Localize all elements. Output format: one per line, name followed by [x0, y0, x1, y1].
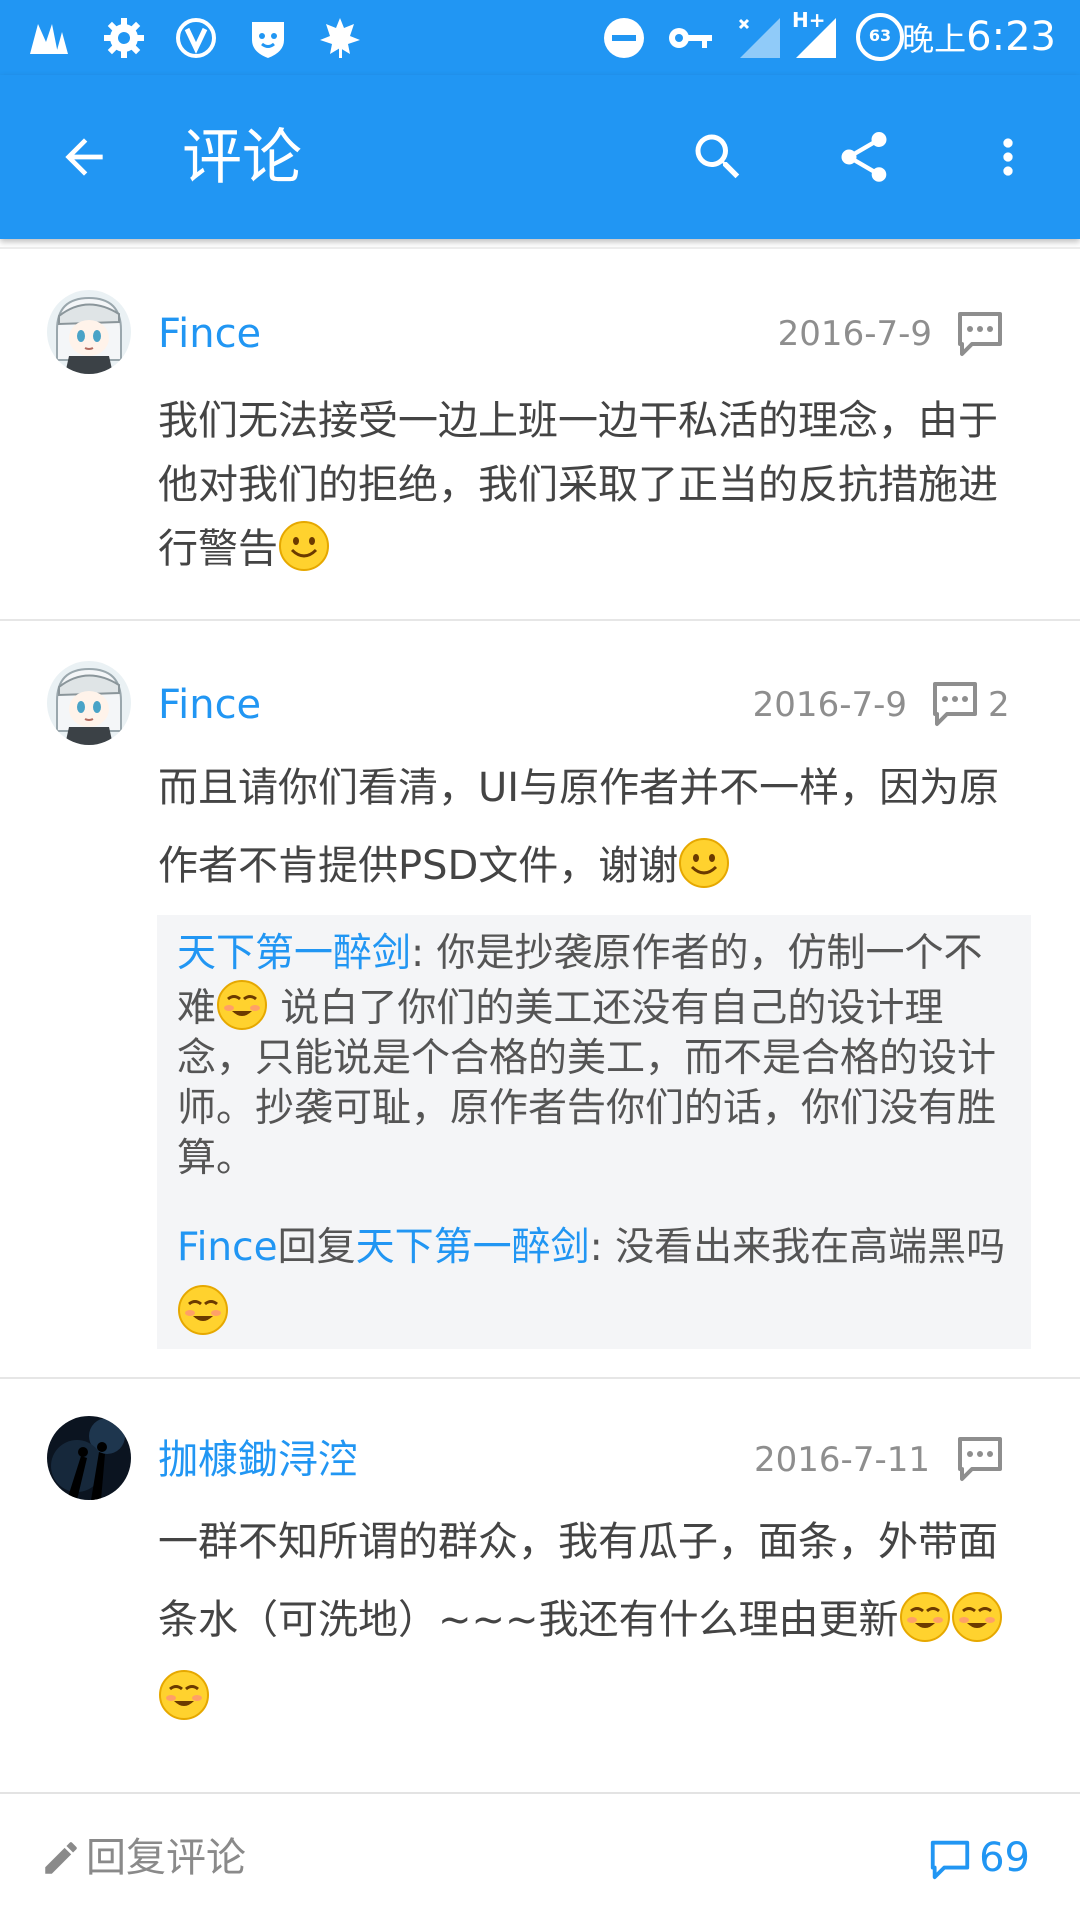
- reply-comment-icon[interactable]: [954, 308, 1006, 360]
- shield-notification-icon: [252, 22, 284, 58]
- happy-emoji-icon: [899, 1591, 951, 1643]
- key-icon: [669, 28, 712, 48]
- comment-text: 而且请你们看清，UI与原作者并不一样，因为原作者不肯提供PSD文件，谢谢: [158, 765, 1000, 889]
- more-options-button[interactable]: [968, 117, 1048, 197]
- happy-emoji-icon: [951, 1591, 1003, 1643]
- signal-sim1-icon: [738, 18, 780, 58]
- status-bar: H+ 63 晚上6:23: [0, 0, 1080, 75]
- comment-count-icon: [930, 1840, 970, 1880]
- app-bar: 评论: [0, 75, 1080, 239]
- comment-item[interactable]: Fince 2016-7-9 我们无法接受一边上班一边干私活的理念，由于他对我们…: [0, 249, 1080, 621]
- search-icon: [695, 134, 740, 179]
- arrow-back-icon: [65, 138, 103, 176]
- avatar[interactable]: [47, 1416, 131, 1500]
- happy-emoji-icon: [158, 1669, 210, 1721]
- reply-connector: 回复: [277, 1225, 356, 1270]
- reply-text: : 没看出来我在高端黑吗: [589, 1225, 1006, 1270]
- reply-item[interactable]: Fince回复天下第一醉剑: 没看出来我在高端黑吗: [177, 1215, 1037, 1347]
- do-not-disturb-icon: [604, 18, 644, 58]
- network-type-label: H+: [792, 8, 826, 32]
- reply-target-link[interactable]: 天下第一醉剑: [356, 1225, 590, 1270]
- comment-author[interactable]: 拁槺鋤浔涳: [158, 1432, 358, 1488]
- battery-level: 63: [868, 26, 892, 45]
- reply-comment-icon[interactable]: [929, 678, 981, 730]
- happy-emoji-icon: [177, 1284, 229, 1336]
- comment-date: 2016-7-9: [777, 314, 932, 354]
- reply-comment-button[interactable]: 回复评论: [40, 1830, 246, 1886]
- reply-comment-icon[interactable]: [954, 1433, 1006, 1485]
- edit-pencil-icon: [45, 1842, 77, 1874]
- reply-item[interactable]: 天下第一醉剑: 你是抄袭原作者的，仿制一个不难 说白了你们的美工还没有自己的设计…: [177, 929, 1017, 1184]
- smile-emoji-icon: [678, 837, 730, 889]
- comment-list[interactable]: Fince 2016-7-9 我们无法接受一边上班一边干私活的理念，由于他对我们…: [0, 239, 1080, 1792]
- search-button[interactable]: [678, 117, 758, 197]
- reply-count[interactable]: 2: [988, 680, 1010, 730]
- reply-thread[interactable]: 天下第一醉剑: 你是抄袭原作者的，仿制一个不难 说白了你们的美工还没有自己的设计…: [157, 915, 1031, 1349]
- clock: 晚上6:23: [902, 12, 1056, 64]
- reply-author-link[interactable]: 天下第一醉剑: [177, 931, 411, 976]
- leaf-notification-icon: [320, 18, 360, 58]
- comment-text-container: 我们无法接受一边上班一边干私活的理念，由于他对我们的拒绝，我们采取了正当的反抗措…: [158, 389, 1018, 581]
- comment-author[interactable]: Fince: [158, 677, 261, 733]
- avatar[interactable]: [47, 661, 131, 745]
- more-vert-icon: [1003, 138, 1013, 176]
- comment-count: 69: [979, 1835, 1030, 1881]
- clock-time: 6:23: [966, 14, 1056, 60]
- reply-text: 说白了你们的美工还没有自己的设计理念，只能说是个合格的美工，而不是合格的设计师。…: [177, 986, 997, 1181]
- happy-emoji-icon: [216, 979, 268, 1031]
- back-button[interactable]: [44, 117, 124, 197]
- clock-ampm: 晚上: [902, 20, 967, 58]
- comment-item[interactable]: 拁槺鋤浔涳 2016-7-11 一群不知所谓的群众，我有瓜子，面条，外带面条水（…: [0, 1379, 1080, 1792]
- comment-count-button[interactable]: 69: [927, 1830, 1030, 1886]
- share-icon: [841, 132, 887, 182]
- comment-date: 2016-7-11: [754, 1440, 930, 1480]
- reply-author-link[interactable]: Fince: [177, 1225, 278, 1270]
- page-title: 评论: [182, 123, 302, 193]
- bottom-bar: 回复评论 69: [0, 1792, 1080, 1922]
- comment-date: 2016-7-9: [752, 685, 907, 725]
- comment-text-container: 而且请你们看清，UI与原作者并不一样，因为原作者不肯提供PSD文件，谢谢: [158, 749, 1018, 905]
- battery-icon: 63: [856, 13, 904, 61]
- comment-text-container: 一群不知所谓的群众，我有瓜子，面条，外带面条水（可洗地）~~~我还有什么理由更新: [158, 1503, 1018, 1737]
- comment-item[interactable]: Fince 2016-7-9 2 而且请你们看清，UI与原作者并不一样，因为原作…: [0, 621, 1080, 1379]
- app-notification-icon: [30, 24, 68, 54]
- comment-text: 一群不知所谓的群众，我有瓜子，面条，外带面条水（可洗地）~~~我还有什么理由更新: [158, 1519, 998, 1643]
- share-button[interactable]: [824, 117, 904, 197]
- avatar[interactable]: [47, 290, 131, 374]
- settings-notification-icon: [104, 18, 144, 58]
- vpn-notification-icon: [176, 18, 216, 58]
- smile-emoji-icon: [278, 520, 330, 572]
- comment-author[interactable]: Fince: [158, 306, 261, 362]
- reply-comment-label: 回复评论: [86, 1835, 246, 1881]
